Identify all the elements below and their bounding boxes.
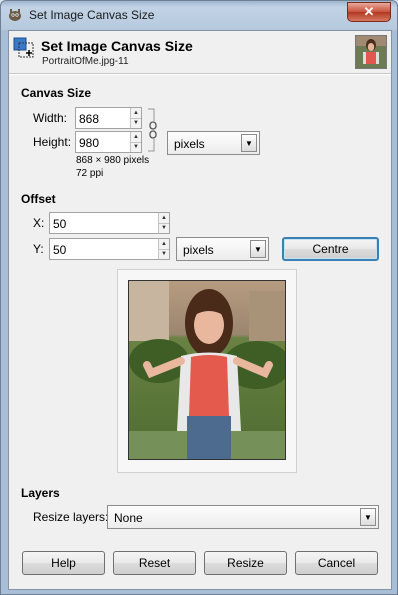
cancel-button[interactable]: Cancel — [295, 551, 378, 575]
dropdown-arrow-icon[interactable]: ▼ — [250, 240, 266, 258]
width-label: Width: — [33, 111, 68, 125]
offset-x-label: X: — [33, 216, 45, 230]
layers-heading: Layers — [21, 486, 60, 500]
offset-x-spin-arrows[interactable]: ▲ ▼ — [158, 213, 169, 233]
offset-x-value: 50 — [53, 217, 67, 231]
height-spinbox[interactable]: 980 ▲ ▼ — [75, 131, 142, 153]
canvas-units-select[interactable]: pixels ▼ — [167, 131, 260, 155]
offset-y-spinbox[interactable]: 50 ▲ ▼ — [49, 238, 170, 260]
resize-layers-label: Resize layers: — [33, 510, 109, 524]
close-icon: ✕ — [363, 4, 375, 19]
offset-units-value: pixels — [183, 243, 214, 257]
header-title: Set Image Canvas Size — [41, 38, 193, 54]
reset-button-label: Reset — [138, 556, 171, 570]
image-thumbnail — [355, 35, 387, 69]
offset-units-select[interactable]: pixels ▼ — [176, 237, 269, 261]
resize-button[interactable]: Resize — [204, 551, 287, 575]
offset-heading: Offset — [21, 192, 56, 206]
spin-down-icon[interactable]: ▼ — [131, 142, 141, 152]
canvas-resolution-info: 72 ppi — [76, 168, 104, 179]
spin-down-icon[interactable]: ▼ — [159, 249, 169, 259]
width-spin-arrows[interactable]: ▲ ▼ — [130, 108, 141, 128]
title-bar[interactable]: Set Image Canvas Size ✕ — [1, 1, 397, 29]
offset-y-label: Y: — [33, 242, 44, 256]
close-button[interactable]: ✕ — [347, 2, 391, 22]
offset-x-spinbox[interactable]: 50 ▲ ▼ — [49, 212, 170, 234]
resize-button-label: Resize — [227, 556, 264, 570]
resize-layers-select[interactable]: None ▼ — [107, 505, 379, 529]
centre-button[interactable]: Centre — [282, 237, 379, 261]
cancel-button-label: Cancel — [317, 556, 356, 570]
dropdown-arrow-icon[interactable]: ▼ — [360, 508, 376, 526]
width-spinbox[interactable]: 868 ▲ ▼ — [75, 107, 142, 129]
canvas-size-icon — [13, 37, 34, 58]
dialog-client: Set Image Canvas Size PortraitOfMe.jpg-1… — [8, 30, 392, 590]
help-button[interactable]: Help — [22, 551, 105, 575]
reset-button[interactable]: Reset — [113, 551, 196, 575]
canvas-size-info: 868 × 980 pixels — [76, 155, 150, 166]
offset-preview[interactable] — [117, 269, 297, 473]
width-value: 868 — [79, 112, 100, 126]
canvas-size-heading: Canvas Size — [21, 86, 92, 100]
spin-down-icon[interactable]: ▼ — [159, 223, 169, 233]
offset-y-spin-arrows[interactable]: ▲ ▼ — [158, 239, 169, 259]
canvas-units-value: pixels — [174, 137, 205, 151]
chain-link-icon[interactable] — [146, 107, 160, 153]
header-subtitle: PortraitOfMe.jpg-11 — [42, 56, 129, 67]
header-separator — [9, 73, 391, 75]
gimp-app-icon — [9, 9, 21, 21]
dialog-window: Set Image Canvas Size ✕ Set Image Canvas… — [0, 0, 398, 595]
height-label: Height: — [33, 135, 72, 149]
image-preview[interactable] — [128, 280, 286, 460]
dropdown-arrow-icon[interactable]: ▼ — [241, 134, 257, 152]
offset-y-value: 50 — [53, 243, 67, 257]
spin-down-icon[interactable]: ▼ — [131, 118, 141, 128]
height-value: 980 — [79, 136, 100, 150]
centre-button-label: Centre — [312, 242, 349, 256]
help-button-label: Help — [51, 556, 76, 570]
window-title: Set Image Canvas Size — [29, 8, 155, 22]
resize-layers-value: None — [114, 511, 143, 525]
height-spin-arrows[interactable]: ▲ ▼ — [130, 132, 141, 152]
